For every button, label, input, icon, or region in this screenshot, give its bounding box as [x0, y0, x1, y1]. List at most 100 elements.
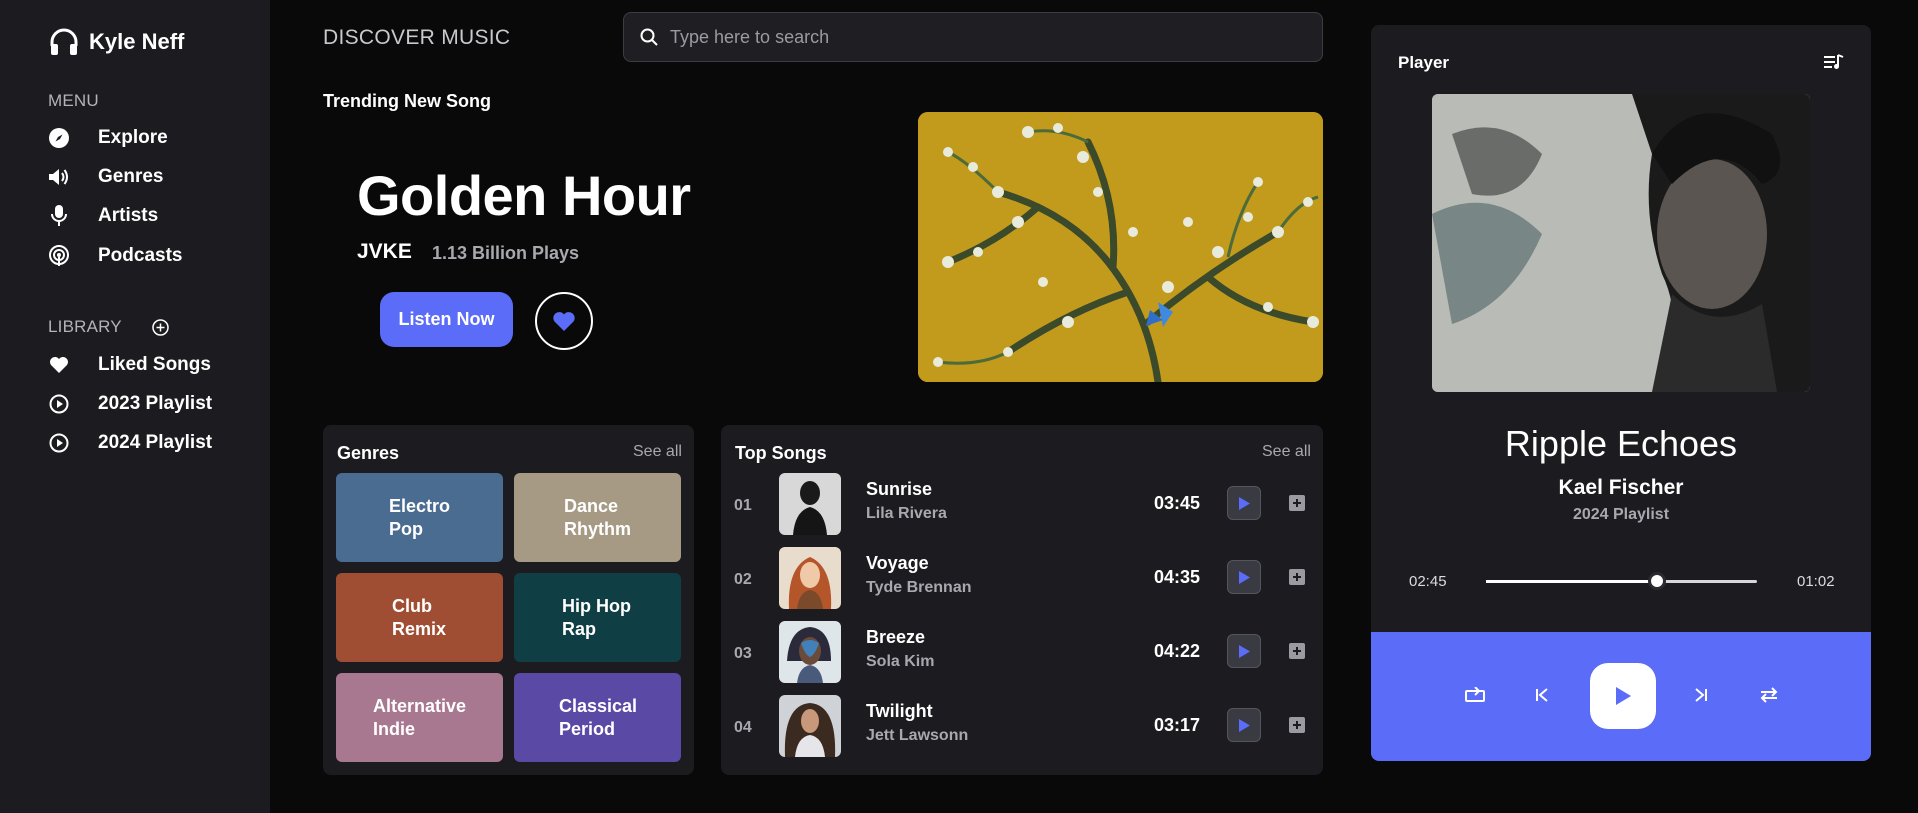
genre-label-line-1: Alternative	[373, 695, 467, 716]
sidebar-item-explore[interactable]: Explore	[48, 127, 168, 149]
song-artist: Sola Kim	[866, 653, 935, 670]
add-to-playlist-button[interactable]	[1289, 717, 1305, 733]
genre-card[interactable]: Alternative Indie	[336, 673, 503, 762]
song-row[interactable]: 04 Twilight Jett Lawsonn 03:17	[721, 695, 1321, 769]
play-pause-button[interactable]	[1590, 663, 1656, 729]
song-artist: Lila Rivera	[866, 505, 947, 522]
trending-label: Trending New Song	[323, 91, 492, 111]
library-label: LIBRARY	[48, 317, 122, 336]
song-play-button[interactable]	[1227, 560, 1261, 594]
sidebar-item-artists[interactable]: Artists	[48, 205, 158, 227]
track-playlist: 2024 Playlist	[1572, 506, 1670, 523]
page-title: DISCOVER MUSIC	[323, 26, 511, 49]
song-thumbnail	[779, 473, 841, 535]
genres-panel: Genres See all Electro Pop Dance Rhythm Cl…	[323, 425, 694, 775]
song-artist: Jett Lawsonn	[866, 727, 969, 744]
podcast-icon	[48, 245, 70, 267]
shuffle-button[interactable]	[1760, 686, 1778, 704]
song-thumbnail	[779, 621, 841, 683]
listen-now-button[interactable]: Listen Now	[380, 292, 513, 347]
progress-fill	[1486, 580, 1657, 583]
user-name: Kyle Neff	[89, 29, 185, 54]
queue-icon[interactable]	[1824, 53, 1844, 71]
sidebar-item-2024-playlist[interactable]: 2024 Playlist	[48, 432, 212, 454]
menu-section-label: MENU	[48, 91, 99, 111]
genre-label: Dance Rhythm	[564, 495, 631, 541]
genre-card[interactable]: Classical Period	[514, 673, 681, 762]
sidebar-item-label: Genres	[98, 166, 164, 187]
search-input[interactable]	[670, 26, 1322, 48]
genre-label-line-2: Period	[559, 718, 616, 739]
top-songs-see-all-link[interactable]: See all	[1262, 443, 1311, 461]
song-play-button[interactable]	[1227, 634, 1261, 668]
genre-label-line-2: Pop	[389, 518, 423, 539]
sidebar-item-2023-playlist[interactable]: 2023 Playlist	[48, 393, 212, 415]
album-artwork	[1432, 94, 1810, 392]
sidebar-item-liked-songs[interactable]: Liked Songs	[48, 354, 211, 376]
song-title: Twilight	[866, 701, 933, 721]
genre-card[interactable]: Electro Pop	[336, 473, 503, 562]
next-button[interactable]	[1695, 688, 1707, 702]
add-to-playlist-button[interactable]	[1289, 495, 1305, 511]
play-circle-icon	[48, 432, 70, 454]
genre-label-line-2: Remix	[392, 618, 447, 639]
song-row[interactable]: 02 Voyage Tyde Brennan 04:35	[721, 547, 1321, 621]
hero-artist: JVKE	[357, 240, 412, 263]
song-duration: 04:22	[1154, 641, 1201, 661]
sidebar-item-genres[interactable]: Genres	[48, 166, 163, 188]
progress-handle[interactable]	[1647, 572, 1666, 590]
genre-label-line-1: Classical	[559, 695, 638, 716]
song-duration: 04:35	[1154, 567, 1201, 587]
genre-label-line-1: Dance	[564, 495, 619, 516]
song-number: 03	[734, 645, 752, 662]
heart-icon	[48, 354, 70, 376]
search-bar[interactable]	[623, 12, 1323, 62]
song-duration: 03:45	[1154, 493, 1201, 513]
plus-icon	[1292, 498, 1302, 508]
genre-card[interactable]: Hip Hop Rap	[514, 573, 681, 662]
player-label: Player	[1398, 53, 1450, 72]
genre-label-line-2: Indie	[373, 718, 416, 739]
sidebar: Kyle Neff MENU Explore Genres Artists Po…	[0, 0, 270, 813]
hero-play-count: 1.13 Billion Plays	[432, 243, 580, 263]
genre-label-line-1: Club	[392, 595, 432, 616]
genre-label-line-1: Electro	[389, 495, 451, 516]
previous-button[interactable]	[1536, 688, 1548, 702]
skip-forward-icon	[1695, 688, 1707, 702]
genre-label: Alternative Indie	[373, 695, 466, 741]
plus-icon	[1292, 720, 1302, 730]
playback-controls	[1371, 632, 1871, 761]
elapsed-time: 02:45	[1409, 573, 1447, 590]
genre-card[interactable]: Dance Rhythm	[514, 473, 681, 562]
menu-label: MENU	[48, 91, 99, 110]
song-thumbnail	[779, 547, 841, 609]
track-artist: Kael Fischer	[1558, 476, 1684, 499]
genre-label-line-2: Rap	[562, 618, 597, 639]
play-icon	[1238, 570, 1250, 584]
add-circle-icon[interactable]	[152, 318, 169, 336]
like-button[interactable]	[535, 292, 593, 350]
song-play-button[interactable]	[1227, 486, 1261, 520]
song-title: Voyage	[866, 553, 929, 573]
add-to-playlist-button[interactable]	[1289, 569, 1305, 585]
add-to-playlist-button[interactable]	[1289, 643, 1305, 659]
plus-icon	[1292, 572, 1302, 582]
song-play-button[interactable]	[1227, 708, 1261, 742]
compass-icon	[48, 127, 70, 149]
progress-bar[interactable]	[1486, 572, 1757, 590]
song-row[interactable]: 01 Sunrise Lila Rivera 03:45	[721, 473, 1321, 547]
song-row[interactable]: 03 Breeze Sola Kim 04:22	[721, 621, 1321, 695]
sidebar-item-podcasts[interactable]: Podcasts	[48, 245, 182, 267]
genres-see-all-link[interactable]: See all	[633, 443, 682, 461]
repeat-button[interactable]	[1465, 687, 1485, 703]
genres-title: Genres	[337, 443, 400, 463]
shuffle-icon	[1760, 686, 1778, 704]
play-icon	[1238, 718, 1250, 732]
repeat-icon	[1465, 687, 1485, 703]
song-number: 04	[734, 719, 752, 736]
genre-card[interactable]: Club Remix	[336, 573, 503, 662]
play-icon	[1614, 686, 1632, 706]
song-number: 02	[734, 571, 752, 588]
skip-back-icon	[1536, 688, 1548, 702]
genre-label: Hip Hop Rap	[562, 595, 631, 641]
